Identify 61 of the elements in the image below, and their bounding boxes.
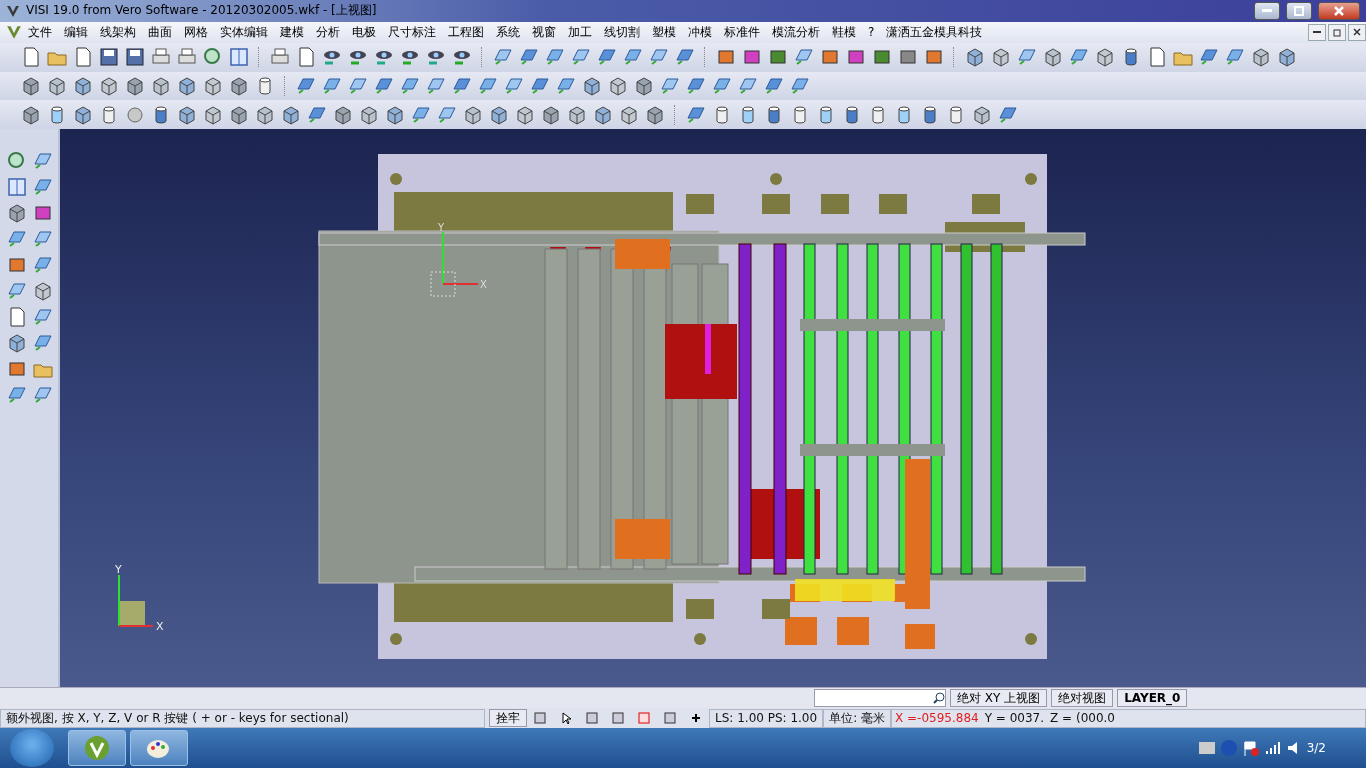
axis-label: X: [156, 620, 164, 634]
snap-button[interactable]: 拴牢: [489, 709, 527, 728]
search-icon: [933, 692, 945, 705]
maximize-button[interactable]: [1286, 1, 1312, 20]
search-field[interactable]: [814, 689, 946, 708]
clock-date: 3/2: [1306, 741, 1326, 756]
menu-item[interactable]: 曲面: [142, 23, 178, 41]
menu-item[interactable]: 线切割: [598, 23, 646, 41]
axis-label: Y: [438, 222, 445, 234]
signal-icon[interactable]: [1264, 741, 1281, 756]
keyboard-icon[interactable]: [1198, 742, 1215, 755]
menu-item[interactable]: 鞋模: [826, 23, 862, 41]
v-logo-icon: [6, 24, 22, 41]
axis-triad-icon: [118, 574, 154, 628]
maximize-icon: [1294, 5, 1304, 16]
x-coordinate: X =-0595.884: [894, 711, 980, 726]
y-coordinate: Y = 0037.: [983, 711, 1046, 726]
menu-item[interactable]: 加工: [562, 23, 598, 41]
start-button[interactable]: [10, 729, 54, 768]
paint-palette-icon[interactable]: [130, 730, 188, 767]
close-button[interactable]: [1318, 1, 1360, 20]
taskbar-app-icon[interactable]: [68, 730, 126, 767]
menu-item[interactable]: 网格: [178, 23, 214, 41]
minimize-button[interactable]: [1308, 23, 1326, 41]
flag-icon[interactable]: [1242, 740, 1259, 757]
menu-item[interactable]: 建模: [274, 23, 310, 41]
scale-readout: LS: 1.00 PS: 1.00: [709, 708, 824, 728]
menu-item[interactable]: 分析: [310, 23, 346, 41]
axis-label: X: [480, 279, 487, 291]
units-readout: 单位: 毫米: [823, 708, 891, 728]
view-button[interactable]: 绝对 XY 上视图: [950, 689, 1048, 708]
menu-item[interactable]: 视窗: [526, 23, 562, 41]
origin-axes-icon: [430, 231, 479, 297]
menu-item[interactable]: 编辑: [58, 23, 94, 41]
v-logo-icon: [6, 3, 20, 18]
menu-item[interactable]: 潇洒五金模具科技: [880, 23, 989, 41]
status-message: 额外视图, 按 X, Y, Z, V or R 按键 ( + or - keys for sectional): [0, 708, 485, 728]
menu-item[interactable]: 标准件: [718, 23, 766, 41]
menu-item[interactable]: 实体编辑: [214, 23, 274, 41]
menu-item[interactable]: 文件: [22, 23, 58, 41]
minimize-icon: [1262, 8, 1272, 13]
axis-label: Y: [115, 563, 122, 577]
view-button[interactable]: LAYER_0: [1117, 689, 1188, 708]
close-button[interactable]: [1348, 23, 1366, 41]
close-icon: [1353, 28, 1361, 37]
close-icon: [1334, 5, 1344, 16]
restore-icon: [1332, 27, 1342, 37]
menu-item[interactable]: 冲模: [682, 23, 718, 41]
menu-item[interactable]: 模流分析: [766, 23, 826, 41]
menu-item[interactable]: 工程图: [442, 23, 490, 41]
view-button[interactable]: 绝对视图: [1051, 689, 1114, 708]
menu-item[interactable]: 线架构: [94, 23, 142, 41]
menu-item[interactable]: 系统: [490, 23, 526, 41]
menu-item[interactable]: 尺寸标注: [382, 23, 442, 41]
minimize-button[interactable]: [1254, 1, 1280, 20]
minimize-icon: [1313, 30, 1321, 34]
menu-item[interactable]: 塑模: [646, 23, 682, 41]
menu-item[interactable]: ?: [862, 25, 881, 40]
menu-item[interactable]: 电极: [346, 23, 382, 41]
z-coordinate: Z = (000.0: [1049, 711, 1116, 726]
window-title: VISI 19.0 from Vero Software - 20120302005.wkf - [上视图]: [26, 2, 378, 20]
